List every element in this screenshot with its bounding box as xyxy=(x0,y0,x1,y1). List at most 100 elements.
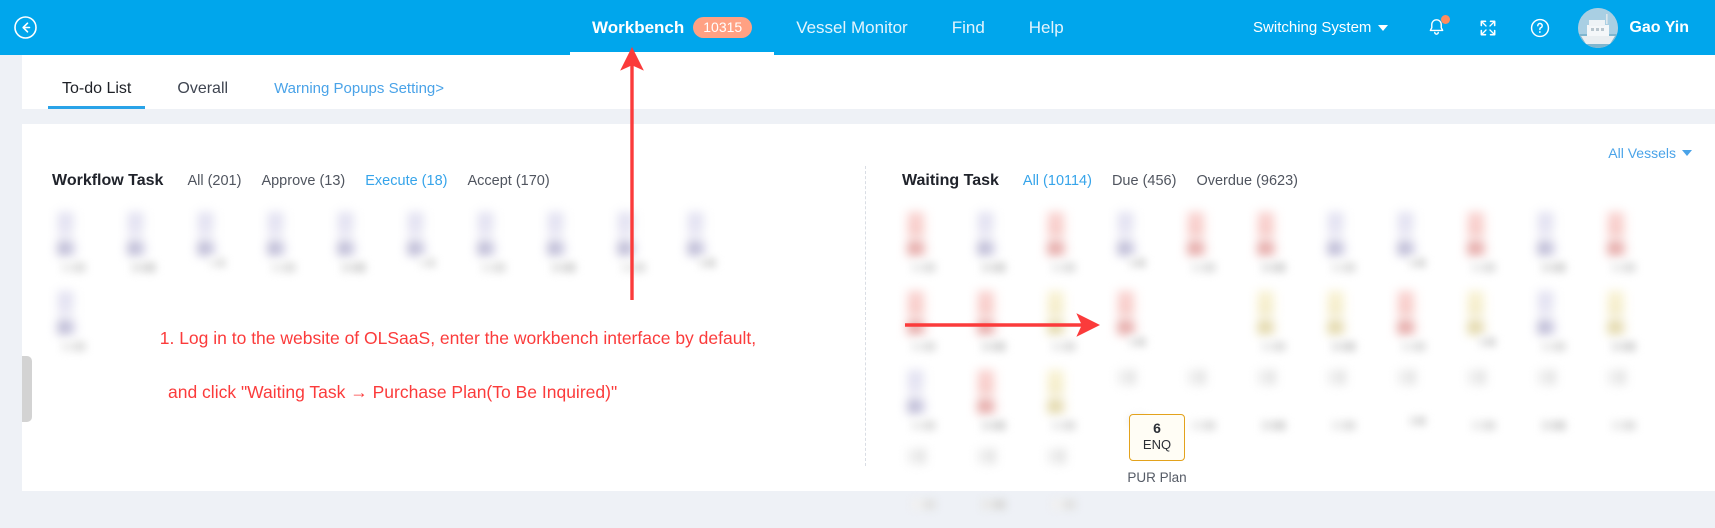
list-item[interactable] xyxy=(1532,212,1600,273)
list-item[interactable] xyxy=(1392,212,1460,273)
list-item[interactable] xyxy=(612,212,680,273)
list-item[interactable] xyxy=(1112,212,1180,273)
list-item[interactable] xyxy=(902,291,970,352)
link-warning-popups-setting[interactable]: Warning Popups Setting> xyxy=(260,80,458,109)
tab-overall[interactable]: Overall xyxy=(163,80,242,109)
nav-item-help[interactable]: Help xyxy=(1007,0,1086,55)
list-item[interactable] xyxy=(52,291,120,352)
list-item[interactable] xyxy=(1462,212,1530,273)
list-item[interactable] xyxy=(122,212,190,273)
pur-plan-count-box[interactable]: 6 ENQ xyxy=(1129,414,1185,461)
link-label-warning-popups: Warning Popups Setting> xyxy=(274,80,445,97)
workflow-filter-approve[interactable]: Approve (13) xyxy=(261,173,345,189)
list-item[interactable] xyxy=(902,212,970,273)
fullscreen-icon[interactable] xyxy=(1473,13,1503,43)
list-item[interactable] xyxy=(1392,291,1460,352)
help-circle-icon[interactable] xyxy=(1525,13,1555,43)
workflow-task-section: Workflow Task All (201) Approve (13) Exe… xyxy=(52,172,842,352)
workflow-filter-all[interactable]: All (201) xyxy=(187,173,241,189)
list-item[interactable] xyxy=(902,449,970,510)
annotation-line-2: and click "Waiting Task → Purchase Plan(… xyxy=(168,382,618,403)
list-item[interactable] xyxy=(1462,370,1530,431)
all-vessels-label: All Vessels xyxy=(1608,145,1676,161)
waiting-filter-overdue[interactable]: Overdue (9623) xyxy=(1196,173,1298,189)
list-item[interactable] xyxy=(1182,212,1250,273)
tab-label-overall: Overall xyxy=(177,80,229,97)
user-name[interactable]: Gao Yin xyxy=(1629,19,1699,37)
nav-label-find: Find xyxy=(951,17,985,37)
list-item[interactable] xyxy=(332,212,400,273)
annotation-text: 1. Log in to the website of OLSaaS, ente… xyxy=(150,298,756,434)
annotation-line-1: 1. Log in to the website of OLSaaS, ente… xyxy=(159,328,757,349)
workflow-filter-execute[interactable]: Execute (18) xyxy=(365,173,447,189)
list-item[interactable] xyxy=(972,449,1040,510)
waiting-filter-due[interactable]: Due (456) xyxy=(1112,173,1176,189)
list-item[interactable] xyxy=(1322,212,1390,273)
pur-plan-code: ENQ xyxy=(1142,437,1172,453)
nav-item-find[interactable]: Find xyxy=(930,0,1007,55)
workflow-task-title: Workflow Task xyxy=(52,172,164,189)
waiting-task-title: Waiting Task xyxy=(902,172,999,189)
workflow-filter-accept[interactable]: Accept (170) xyxy=(467,173,549,189)
pur-plan-label: PUR Plan xyxy=(1127,470,1187,485)
back-circle-icon[interactable] xyxy=(13,15,38,40)
top-right-actions: Switching System Gao Yin xyxy=(1253,0,1715,55)
waiting-filter-all[interactable]: All (10114) xyxy=(1023,173,1092,189)
switching-system-label: Switching System xyxy=(1253,19,1372,36)
panel-collapse-handle[interactable] xyxy=(22,356,32,422)
list-item[interactable] xyxy=(52,212,120,273)
list-item[interactable] xyxy=(1322,291,1390,352)
list-item[interactable] xyxy=(262,212,330,273)
list-item[interactable] xyxy=(1462,291,1530,352)
list-item[interactable] xyxy=(1602,370,1670,431)
list-item[interactable] xyxy=(972,291,1040,352)
list-item[interactable] xyxy=(1252,370,1320,431)
sub-tab-bar: To-do List Overall Warning Popups Settin… xyxy=(22,55,1715,109)
list-item[interactable] xyxy=(682,212,750,273)
workflow-task-header: Workflow Task All (201) Approve (13) Exe… xyxy=(52,172,842,196)
list-item[interactable] xyxy=(1112,291,1180,352)
list-item[interactable] xyxy=(1042,370,1110,431)
switching-system-dropdown[interactable]: Switching System xyxy=(1253,19,1389,36)
list-item[interactable] xyxy=(902,370,970,431)
list-item[interactable] xyxy=(1252,291,1320,352)
list-item[interactable] xyxy=(1532,291,1600,352)
list-item[interactable] xyxy=(1532,370,1600,431)
chevron-down-icon xyxy=(1378,24,1389,31)
pur-plan-card[interactable]: 6 ENQ PUR Plan xyxy=(1121,414,1193,485)
list-item[interactable] xyxy=(1182,291,1250,352)
list-item[interactable] xyxy=(1042,212,1110,273)
nav-item-workbench[interactable]: Workbench 10315 xyxy=(570,0,775,55)
bell-icon[interactable] xyxy=(1421,13,1451,43)
nav-label-help: Help xyxy=(1028,17,1064,37)
list-item[interactable] xyxy=(1392,370,1460,431)
main-nav: Workbench 10315 Vessel Monitor Find Help xyxy=(570,0,1086,55)
workbench-count-badge: 10315 xyxy=(693,16,753,39)
top-navigation-bar: Workbench 10315 Vessel Monitor Find Help… xyxy=(0,0,1715,55)
list-item[interactable] xyxy=(1602,291,1670,352)
nav-item-vessel-monitor[interactable]: Vessel Monitor xyxy=(774,0,930,55)
notification-dot-badge xyxy=(1441,14,1451,24)
list-item[interactable] xyxy=(192,212,260,273)
pur-plan-count: 6 xyxy=(1153,420,1161,437)
chevron-down-icon xyxy=(1682,150,1692,156)
panel-divider xyxy=(865,166,866,466)
list-item[interactable] xyxy=(472,212,540,273)
list-item[interactable] xyxy=(972,212,1040,273)
list-item[interactable] xyxy=(1602,212,1670,273)
waiting-task-header: Waiting Task All (10114) Due (456) Overd… xyxy=(902,172,1692,196)
avatar[interactable] xyxy=(1578,7,1619,48)
waiting-task-section: Waiting Task All (10114) Due (456) Overd… xyxy=(902,172,1692,510)
tab-label-todo-list: To-do List xyxy=(62,80,132,97)
list-item[interactable] xyxy=(1042,291,1110,352)
list-item[interactable] xyxy=(1322,370,1390,431)
list-item[interactable] xyxy=(1252,212,1320,273)
waiting-task-cards xyxy=(902,212,1692,528)
list-item[interactable] xyxy=(972,370,1040,431)
list-item[interactable] xyxy=(402,212,470,273)
list-item[interactable] xyxy=(1042,449,1110,510)
list-item[interactable] xyxy=(542,212,610,273)
tab-todo-list[interactable]: To-do List xyxy=(48,80,146,109)
all-vessels-dropdown[interactable]: All Vessels xyxy=(1608,145,1692,161)
nav-label-vessel-monitor: Vessel Monitor xyxy=(796,17,908,37)
